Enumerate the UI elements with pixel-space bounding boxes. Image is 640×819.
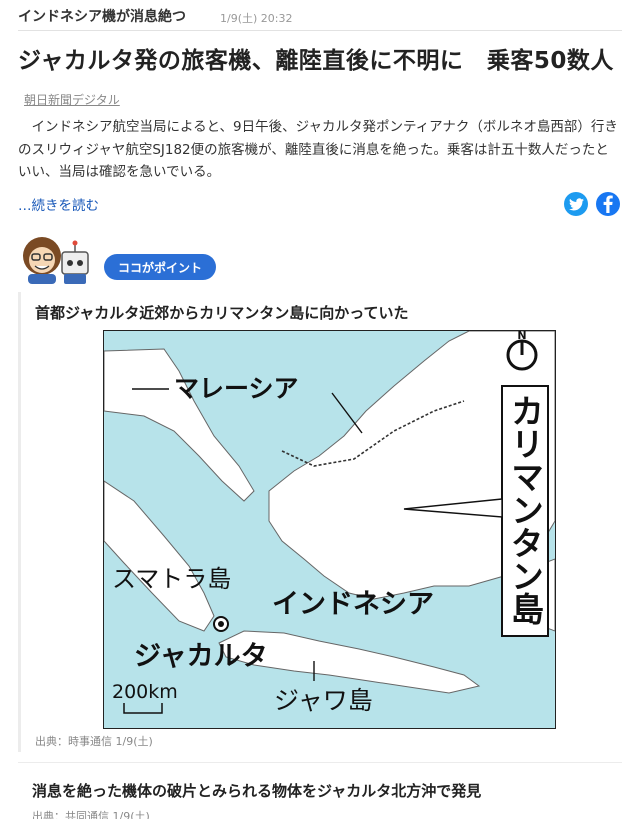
point-badge[interactable]: ココがポイント bbox=[104, 254, 216, 280]
next-point-credit[interactable]: 出典：共同通信 1/9(土) bbox=[32, 808, 150, 819]
indonesia-label: インドネシア bbox=[272, 589, 434, 620]
scale-label: 200km bbox=[112, 681, 178, 703]
facebook-icon bbox=[603, 195, 613, 213]
facebook-share-button[interactable] bbox=[596, 192, 620, 216]
map-card: 首都ジャカルタ近郊からカリマンタン島に向かっていた N マレーシア カリマンタン… bbox=[18, 292, 622, 752]
sumatra-label: スマトラ島 bbox=[112, 565, 231, 593]
divider bbox=[18, 30, 622, 31]
twitter-icon bbox=[568, 197, 584, 210]
headline-text[interactable]: ジャカルタ発の旅客機、離陸直後に不明に 乗客50数人 bbox=[18, 48, 614, 74]
jakarta-marker bbox=[213, 616, 229, 632]
article-summary: インドネシア航空当局によると、9日午後、ジャカルタ発ポンティアナク（ボルネオ島西… bbox=[18, 119, 618, 180]
north-label: N bbox=[517, 331, 526, 342]
mascot-girl-icon bbox=[23, 237, 61, 284]
jakarta-label: ジャカルタ bbox=[134, 641, 268, 672]
article-headline[interactable]: ジャカルタ発の旅客機、離陸直後に不明に 乗客50数人朝日新聞デジタル bbox=[18, 42, 622, 119]
next-point-title[interactable]: 消息を絶った機体の破片とみられる物体をジャカルタ北方沖で発見 bbox=[32, 780, 481, 801]
topic-title[interactable]: インドネシア機が消息絶つ bbox=[18, 6, 186, 26]
malaysia-label: マレーシア bbox=[174, 374, 299, 403]
read-more-link[interactable]: …続きを読む bbox=[18, 194, 99, 214]
article-source-link[interactable]: 朝日新聞デジタル bbox=[24, 93, 120, 107]
mascot-illustration bbox=[23, 237, 89, 284]
kalimantan-label: カリマンタン島 bbox=[506, 394, 545, 625]
divider bbox=[18, 762, 622, 763]
twitter-share-button[interactable] bbox=[564, 192, 588, 216]
mascot-robot-icon bbox=[61, 240, 89, 284]
java-label: ジャワ島 bbox=[274, 686, 373, 715]
map-card-title[interactable]: 首都ジャカルタ近郊からカリマンタン島に向かっていた bbox=[35, 302, 409, 323]
topic-timestamp: 1/9(土) 20:32 bbox=[220, 12, 293, 25]
map-image: N マレーシア カリマンタン島 スマトラ島 インドネシア ジャカルタ 200km… bbox=[103, 330, 556, 729]
map-credit[interactable]: 出典：時事通信 1/9(土) bbox=[35, 733, 153, 749]
